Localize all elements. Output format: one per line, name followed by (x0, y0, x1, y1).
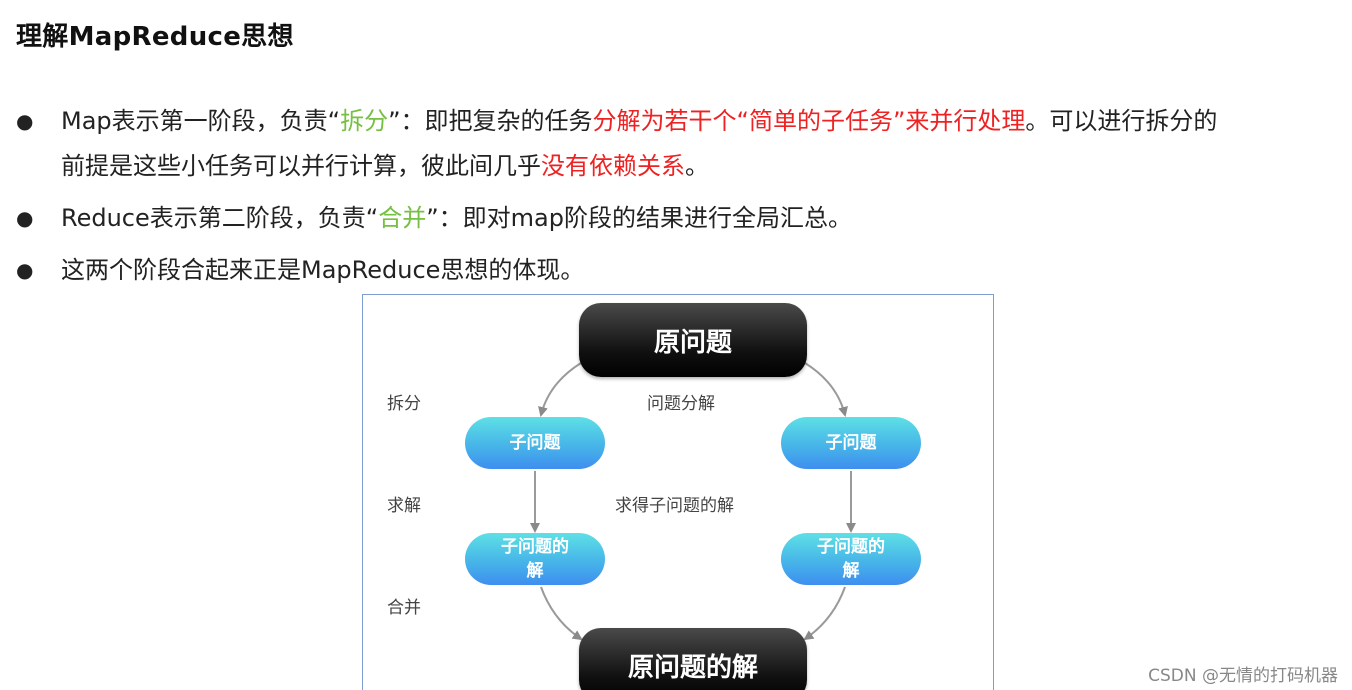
text-segment: ”：即把复杂的任务 (388, 107, 593, 135)
bullet-dot: ● (16, 258, 34, 282)
bullet-dot: ● (16, 109, 34, 133)
green-highlight: 合并 (378, 204, 427, 232)
bullet-dot: ● (16, 206, 34, 230)
page-title: 理解MapReduce思想 (16, 22, 294, 52)
text-segment: 这两个阶段合起来正是MapReduce思想的体现。 (61, 256, 585, 284)
node-original-problem: 原问题 (579, 303, 807, 377)
arrow-split-left (538, 362, 582, 417)
node-subsolution-right: 子问题的解 (781, 533, 921, 585)
label-solve: 求解 (387, 496, 421, 516)
node-subproblem-left: 子问题 (465, 417, 605, 469)
bullet-map-line2: 前提是这些小任务可以并行计算，彼此间几乎没有依赖关系。 (61, 143, 1346, 189)
bullet-map-line1: Map表示第一阶段，负责“拆分”：即把复杂的任务分解为若干个“简单的子任务”来并… (61, 98, 1346, 144)
red-highlight: 分解为若干个“简单的子任务”来并行处理 (592, 107, 1026, 135)
bullet-reduce-line1: Reduce表示第二阶段，负责“合并”：即对map阶段的结果进行全局汇总。 (61, 195, 1346, 241)
text-segment: Reduce表示第二阶段，负责“ (61, 204, 379, 232)
subsolution-text-line2: 解 (526, 561, 544, 581)
text-segment: 前提是这些小任务可以并行计算，彼此间几乎 (61, 152, 541, 180)
label-solve-sub: 求得子问题的解 (615, 496, 734, 516)
node-original-solution: 原问题的解 (579, 628, 807, 690)
subsolution-text-line1: 子问题的 (501, 537, 569, 557)
label-merge: 合并 (387, 598, 421, 618)
subsolution-text-line1: 子问题的 (817, 537, 885, 557)
watermark: CSDN @无情的打码机器 (1148, 666, 1338, 686)
node-subproblem-right: 子问题 (781, 417, 921, 469)
red-highlight: 没有依赖关系 (541, 152, 685, 180)
bullet-summary-line1: 这两个阶段合起来正是MapReduce思想的体现。 (61, 247, 1346, 293)
node-subsolution-left: 子问题的解 (465, 533, 605, 585)
text-segment: 。 (685, 152, 709, 180)
label-split: 拆分 (387, 394, 421, 414)
text-segment: 。可以进行拆分的 (1025, 107, 1218, 135)
label-decompose: 问题分解 (647, 394, 715, 414)
arrow-merge-left (540, 586, 583, 641)
text-segment: Map表示第一阶段，负责“ (61, 107, 341, 135)
text-segment: ”：即对map阶段的结果进行全局汇总。 (426, 204, 852, 232)
subsolution-text-line2: 解 (842, 561, 860, 581)
arrow-merge-right (803, 586, 846, 641)
green-highlight: 拆分 (340, 107, 389, 135)
mapreduce-diagram: 原问题 拆分 问题分解 子问题 子问题 求解 求得子问题的解 子问题的解 子问题… (362, 294, 994, 690)
arrow-split-right (804, 362, 848, 417)
